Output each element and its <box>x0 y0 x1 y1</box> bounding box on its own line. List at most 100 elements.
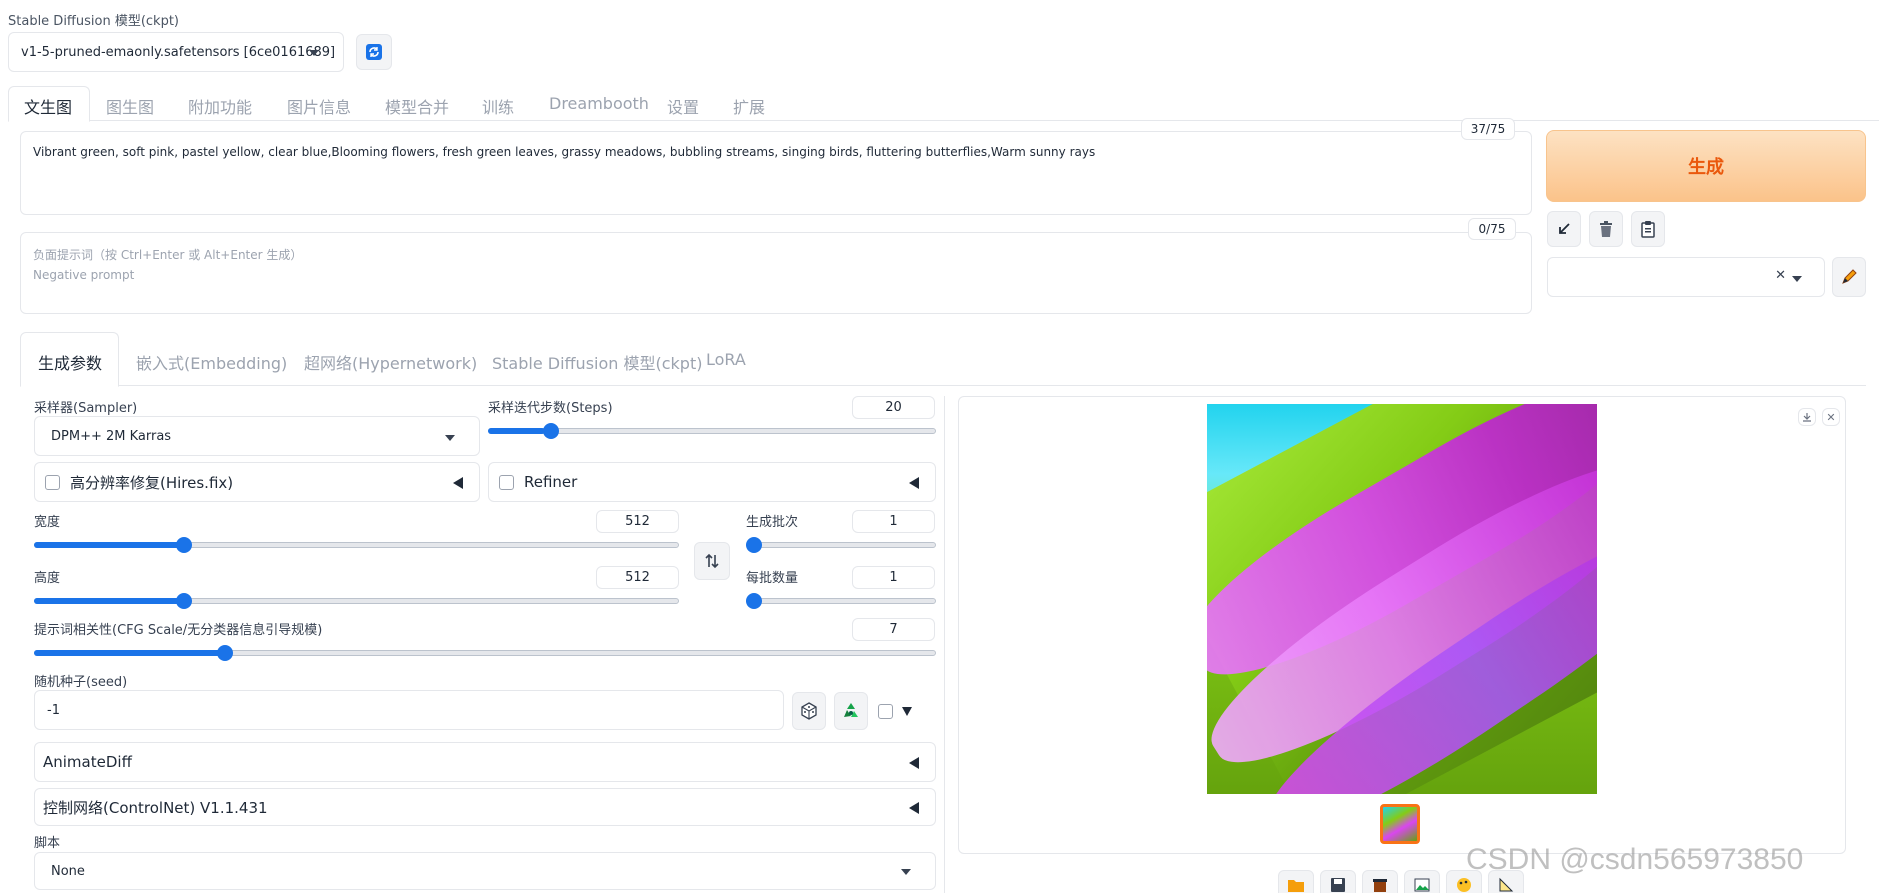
sampler-select[interactable]: DPM++ 2M Karras <box>34 416 480 456</box>
tab-lora[interactable]: LoRA <box>706 350 746 369</box>
seed-input[interactable]: -1 <box>34 690 784 730</box>
random-seed-button[interactable] <box>792 692 826 730</box>
cfg-slider-thumb[interactable] <box>217 645 234 661</box>
folder-icon <box>1288 880 1304 892</box>
send-to-img2img-button[interactable] <box>1404 870 1440 893</box>
batch-count-slider-thumb[interactable] <box>746 537 762 553</box>
output-panel-divider <box>944 396 945 893</box>
tab-hypernetwork[interactable]: 超网络(Hypernetwork) <box>304 350 477 374</box>
tab-dreambooth[interactable]: Dreambooth <box>549 94 649 113</box>
height-label: 高度 <box>34 571 61 586</box>
steps-label: 采样迭代步数(Steps) <box>488 401 613 416</box>
save-icon <box>1331 878 1345 892</box>
tab-embedding[interactable]: 嵌入式(Embedding) <box>136 350 287 374</box>
generated-image[interactable] <box>1207 404 1597 794</box>
collapse-arrow-icon <box>909 802 919 814</box>
controlnet-label: 控制网络(ControlNet) V1.1.431 <box>43 798 268 817</box>
refresh-model-button[interactable] <box>356 34 392 70</box>
cfg-label: 提示词相关性(CFG Scale/无分类器信息引导规模) <box>34 623 323 638</box>
script-label: 脚本 <box>34 836 61 851</box>
read-params-button[interactable] <box>1547 211 1581 247</box>
swap-dimensions-button[interactable] <box>694 542 730 580</box>
tab-generation-params[interactable]: 生成参数 <box>38 350 102 374</box>
close-icon[interactable]: ✕ <box>1775 268 1786 283</box>
width-input[interactable]: 512 <box>596 510 679 533</box>
trash-icon <box>1600 221 1612 237</box>
extra-seed-expand-icon[interactable] <box>902 707 912 716</box>
model-select-value: v1-5-pruned-emaonly.safetensors [6ce0161… <box>21 44 336 60</box>
script-select[interactable]: None <box>34 852 936 890</box>
save-button[interactable] <box>1320 870 1356 893</box>
tab-checkpoints[interactable]: Stable Diffusion 模型(ckpt) <box>492 350 702 374</box>
picture-icon <box>1414 878 1430 892</box>
height-slider-thumb[interactable] <box>176 593 193 609</box>
hires-fix-label: 高分辨率修复(Hires.fix) <box>70 473 234 492</box>
extra-seed-checkbox[interactable] <box>878 704 893 719</box>
prompt-text: Vibrant green, soft pink, pastel yellow,… <box>33 145 1096 159</box>
negative-prompt-placeholder-1: 负面提示词（按 Ctrl+Enter 或 Alt+Enter 生成） <box>33 248 303 262</box>
styles-select[interactable]: ✕ <box>1547 257 1825 297</box>
seed-label: 随机种子(seed) <box>34 675 128 690</box>
chevron-down-icon <box>901 869 911 875</box>
reuse-seed-button[interactable] <box>834 692 868 730</box>
batch-size-slider[interactable] <box>746 591 936 611</box>
steps-input[interactable]: 20 <box>852 396 935 419</box>
tab-train[interactable]: 训练 <box>482 94 514 118</box>
refiner-accordion[interactable]: Refiner <box>488 462 936 502</box>
pencil-icon <box>1842 269 1857 284</box>
generate-button-label: 生成 <box>1688 157 1724 178</box>
archive-icon <box>1373 879 1387 892</box>
swap-arrows-icon <box>705 553 719 569</box>
edit-styles-button[interactable] <box>1832 257 1866 297</box>
controlnet-accordion[interactable]: 控制网络(ControlNet) V1.1.431 <box>34 788 936 826</box>
open-folder-button[interactable] <box>1278 870 1314 893</box>
model-label: Stable Diffusion 模型(ckpt) <box>8 14 180 29</box>
watermark-text: CSDN @csdn565973850 <box>1466 843 1804 876</box>
arrow-down-left-icon <box>1559 223 1570 234</box>
hires-fix-checkbox[interactable] <box>45 474 60 490</box>
height-input[interactable]: 512 <box>596 566 679 589</box>
collapse-arrow-icon <box>909 757 919 769</box>
prompt-textarea[interactable]: Vibrant green, soft pink, pastel yellow,… <box>20 131 1532 215</box>
tab-txt2img[interactable]: 文生图 <box>24 94 72 118</box>
tab-img2img[interactable]: 图生图 <box>106 94 154 118</box>
recycle-icon <box>844 703 858 717</box>
gallery-thumbnail[interactable] <box>1380 804 1420 844</box>
batch-size-input[interactable]: 1 <box>852 566 935 589</box>
cfg-input[interactable]: 7 <box>852 618 935 641</box>
cfg-slider[interactable] <box>34 643 936 663</box>
animatediff-label: AnimateDiff <box>43 753 132 771</box>
refiner-checkbox[interactable] <box>499 474 514 490</box>
height-slider[interactable] <box>34 591 679 611</box>
script-select-value: None <box>51 863 85 879</box>
zip-button[interactable] <box>1362 870 1398 893</box>
negative-prompt-textarea[interactable]: 负面提示词（按 Ctrl+Enter 或 Alt+Enter 生成） Negat… <box>20 232 1532 314</box>
clear-prompt-button[interactable] <box>1589 211 1623 247</box>
chevron-down-icon <box>309 50 319 56</box>
seed-input-value: -1 <box>47 702 60 718</box>
download-image-button[interactable] <box>1798 408 1816 426</box>
animatediff-accordion[interactable]: AnimateDiff <box>34 742 936 782</box>
hires-fix-accordion[interactable]: 高分辨率修复(Hires.fix) <box>34 462 480 502</box>
tab-extras[interactable]: 附加功能 <box>188 94 252 118</box>
batch-count-slider[interactable] <box>746 535 936 555</box>
refresh-icon <box>366 44 382 60</box>
steps-slider[interactable] <box>488 421 936 441</box>
tab-settings[interactable]: 设置 <box>667 94 699 118</box>
tab-checkpoint-merger[interactable]: 模型合并 <box>385 94 449 118</box>
model-select[interactable]: v1-5-pruned-emaonly.safetensors [6ce0161… <box>8 32 344 72</box>
steps-slider-thumb[interactable] <box>543 423 560 439</box>
batch-count-input[interactable]: 1 <box>852 510 935 533</box>
width-slider-fill <box>34 542 180 548</box>
tab-extensions[interactable]: 扩展 <box>733 94 765 118</box>
batch-size-slider-thumb[interactable] <box>746 593 762 609</box>
close-image-button[interactable]: ✕ <box>1822 408 1840 426</box>
batch-count-slider-track <box>746 542 936 548</box>
width-slider-thumb[interactable] <box>176 537 193 553</box>
chevron-down-icon <box>445 435 455 441</box>
apply-styles-button[interactable] <box>1631 211 1665 247</box>
generate-button[interactable]: 生成 <box>1546 130 1866 202</box>
tab-png-info[interactable]: 图片信息 <box>287 94 351 118</box>
width-slider[interactable] <box>34 535 679 555</box>
close-icon: ✕ <box>1826 410 1836 424</box>
